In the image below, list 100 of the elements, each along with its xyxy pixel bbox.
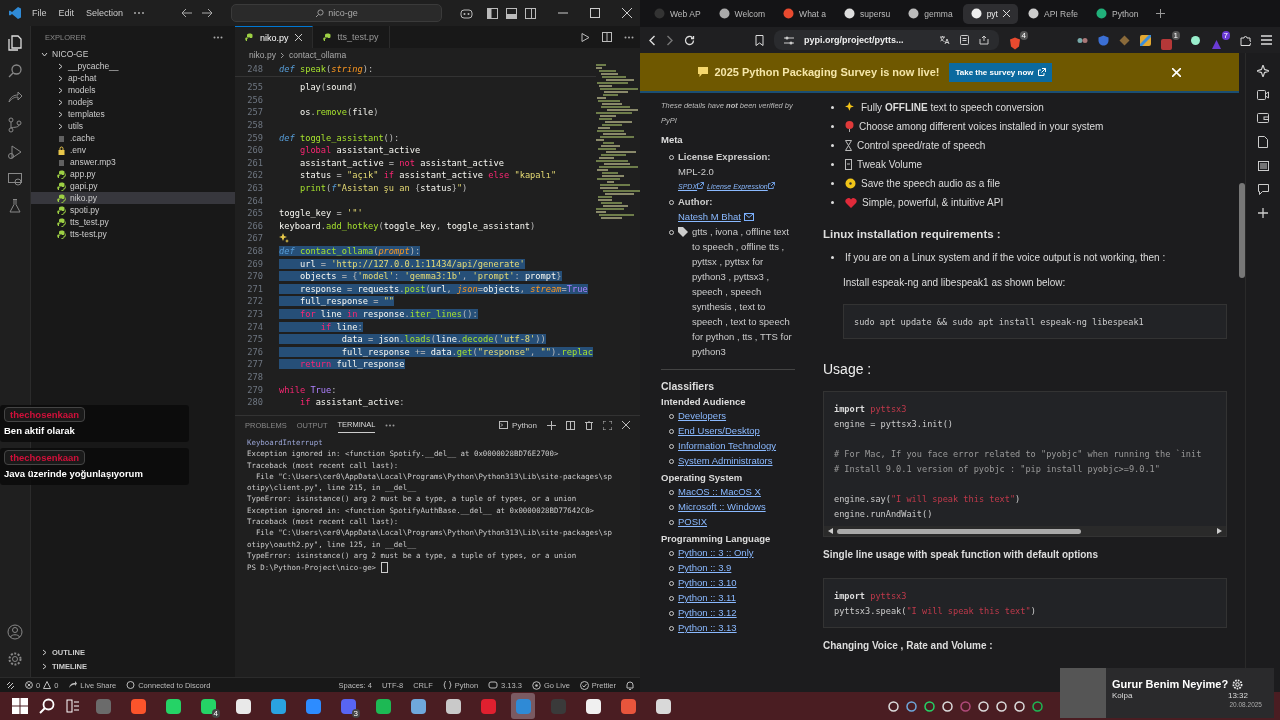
translate-icon[interactable] [939,35,950,45]
plus-icon[interactable] [1258,208,1268,218]
tree-item[interactable]: tts-test.py [31,228,235,240]
browser-tab[interactable]: What a [775,3,835,24]
tree-item[interactable]: niko.py [31,192,235,204]
reload-icon[interactable] [684,34,695,46]
horizontal-scrollbar[interactable] [824,526,1226,536]
sidebar-toggle-icon[interactable] [525,7,536,19]
tree-item[interactable]: ap-chat [31,72,235,84]
sparkle-icon[interactable] [279,233,289,244]
classifier-link[interactable]: Python :: 3.12 [678,605,737,620]
classifier-link[interactable]: MacOS :: MacOS X [678,484,761,499]
more-icon[interactable] [133,11,146,15]
files-icon[interactable] [6,34,24,52]
puzzle-icon[interactable] [1240,34,1251,46]
more-icon[interactable] [385,423,396,427]
close-icon[interactable] [294,34,302,41]
windows-start-icon[interactable] [12,698,28,714]
menu-item[interactable]: File [30,8,49,18]
taskbar-app-button[interactable]: 4 [196,693,220,719]
tree-item[interactable]: .cache [31,132,235,144]
terminal-shell-label[interactable]: Python [499,420,537,430]
forward-arrow-icon[interactable] [201,8,214,18]
menu-item[interactable]: Edit [56,8,77,18]
tray-icon[interactable] [924,700,935,712]
close-icon[interactable] [1003,10,1010,17]
task-view-icon[interactable] [66,699,80,713]
maximize-panel-icon[interactable] [603,420,612,430]
classifier-link[interactable]: End Users/Desktop [678,423,760,438]
classifier-link[interactable]: Python :: 3.10 [678,575,737,590]
browser-tab[interactable]: gemma [900,3,961,24]
reader-mode-icon[interactable] [960,35,969,45]
bell-icon[interactable] [626,680,634,690]
menu-icon[interactable] [1261,35,1272,45]
command-search-field[interactable]: nico-ge [231,4,442,22]
scroll-left-icon[interactable] [828,528,833,534]
classifier-link[interactable]: Python :: 3.11 [678,590,736,605]
tree-item[interactable]: nodejs [31,96,235,108]
tray-icon[interactable] [1032,700,1043,712]
classifier-link[interactable]: Python :: 3.13 [678,620,737,635]
tree-item[interactable]: tts_test.py [31,216,235,228]
tree-item[interactable]: gapi.py [31,180,235,192]
shield-button[interactable]: 4 [1009,30,1028,50]
extension-button[interactable]: 7 [1211,30,1230,50]
trash-icon[interactable] [585,420,593,430]
more-icon[interactable] [624,35,634,39]
close-icon[interactable] [622,8,632,18]
browser-tab[interactable]: API Refe [1020,3,1086,24]
scroll-right-icon[interactable] [1217,528,1222,534]
browser-tab[interactable]: Web AP [646,3,709,24]
chat-icon[interactable] [1257,184,1269,195]
breadcrumb-item[interactable]: contact_ollama [288,50,347,60]
tree-item[interactable]: spoti.py [31,204,235,216]
classifier-link[interactable]: System Administrators [678,453,773,468]
menu-item[interactable]: Selection [84,8,126,18]
survey-button[interactable]: Take the survey now [949,62,1052,82]
panel-toggle-icon[interactable] [506,7,517,19]
search-icon[interactable] [39,698,55,714]
run-debug-icon[interactable] [7,144,23,160]
browser-tab[interactable]: supersu [836,3,899,24]
editor-tab[interactable]: niko.py [235,26,313,48]
video-icon[interactable] [1257,90,1269,100]
run-icon[interactable] [581,32,590,42]
address-bar[interactable]: pypi.org/project/pytts... [774,30,999,50]
remote-monitor-icon[interactable] [7,171,23,187]
author-link[interactable]: Natesh M Bhat [678,209,741,224]
classifier-link[interactable]: Python :: 3 :: Only [678,545,754,560]
layout-icon[interactable] [487,7,498,19]
split-terminal-icon[interactable] [566,420,575,430]
sparkle-icon[interactable] [1257,65,1269,77]
split-editor-icon[interactable] [602,32,612,42]
flask-icon[interactable] [7,198,23,214]
tree-item[interactable]: .env [31,144,235,156]
extension-button[interactable]: 1 [1161,30,1180,50]
editor-tab[interactable]: tts_test.py [312,26,390,48]
plus-icon[interactable] [547,420,556,430]
wallet-icon[interactable] [1257,113,1269,123]
browser-tab[interactable]: pyt [962,3,1018,24]
bookmark-icon[interactable] [755,34,764,46]
document-icon[interactable] [1258,136,1268,148]
account-icon[interactable] [7,624,23,640]
browser-tab[interactable]: Python [1088,3,1147,24]
mail-icon[interactable] [743,212,754,221]
extension-icon[interactable] [1190,34,1201,46]
remote-icon[interactable] [6,680,15,690]
tree-item[interactable]: utils [31,120,235,132]
new-tab-icon[interactable] [1156,9,1166,18]
taskbar-app-button[interactable]: 3 [336,693,360,719]
tree-item[interactable]: templates [31,108,235,120]
maximize-icon[interactable] [590,8,600,18]
tree-item[interactable]: __pycache__ [31,60,235,72]
close-icon[interactable] [622,421,630,429]
classifier-link[interactable]: Developers [678,408,727,423]
forward-icon[interactable] [666,34,674,46]
share-icon[interactable] [979,35,989,45]
classifier-link[interactable]: POSIX [678,514,708,529]
back-arrow-icon[interactable] [181,8,194,18]
site-settings-icon[interactable] [784,35,794,45]
classifier-link[interactable]: Information Technology [678,438,777,453]
list-icon[interactable] [1257,161,1269,171]
